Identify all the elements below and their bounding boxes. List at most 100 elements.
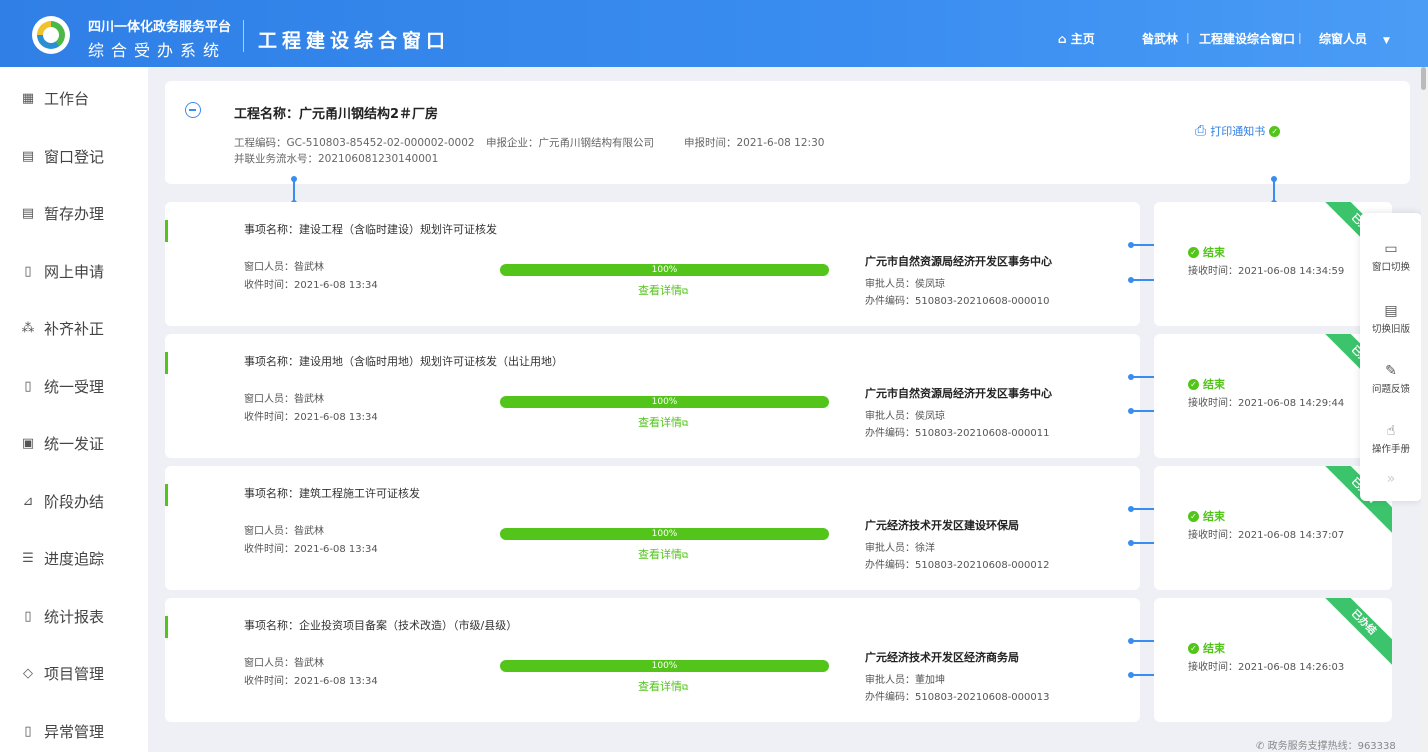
sidebar-item-temp-save[interactable]: ▤ 暂存办理	[0, 193, 148, 233]
department-name: 广元经济技术开发区经济商务局	[865, 651, 1019, 664]
case-code: 办件编码：510803-20210608-000012	[865, 560, 1050, 571]
home-link[interactable]: ⌂ 主页	[1058, 30, 1095, 47]
print-notice-button[interactable]: ⎙ 打印通知书 ✓	[1195, 123, 1281, 139]
view-detail-link[interactable]: 查看详情⧉	[638, 282, 688, 298]
nav-separator: |	[1298, 31, 1302, 44]
window-link[interactable]: 工程建设综合窗口	[1199, 30, 1295, 47]
sidebar-item-statistics[interactable]: ▯ 统计报表	[0, 596, 148, 636]
document-icon: ▤	[21, 205, 35, 221]
document-search-icon: ▯	[24, 608, 32, 624]
user-name[interactable]: 昝武林	[1142, 30, 1178, 47]
sidebar-item-project-manage[interactable]: ◇ 项目管理	[0, 653, 148, 693]
case-code: 办件编码：510803-20210608-000010	[865, 296, 1050, 307]
detail-icon: ⧉	[682, 419, 689, 429]
check-circle-icon: ✓	[1188, 510, 1199, 522]
status-card: ✓ 结束 接收时间：2021-06-08 14:26:03 已办结	[1154, 598, 1392, 722]
caret-down-icon: ▼	[1383, 36, 1390, 46]
list-icon: ☰	[22, 550, 34, 566]
brand-bottom: 综合受办系统	[88, 41, 227, 60]
status-card: ✓结束 接收时间：2021-06-08 14:37:07 已办结	[1154, 466, 1392, 590]
task-card: 事项名称：建设工程（含临时建设）规划许可证核发 窗口人员：昝武林 收件时间：20…	[165, 202, 1140, 326]
collapse-icon[interactable]	[185, 102, 201, 118]
progress-bar: 100%	[500, 528, 829, 540]
receive-time: 收件时间：2021-6-08 13:34	[244, 280, 378, 291]
task-card: 事项名称：建筑工程施工许可证核发 窗口人员：昝武林 收件时间：2021-6-08…	[165, 466, 1140, 590]
task-name: 事项名称：建设用地（含临时用地）规划许可证核发（出让用地）	[244, 355, 563, 368]
detail-icon: ⧉	[682, 683, 689, 693]
case-code: 办件编码：510803-20210608-000011	[865, 428, 1050, 439]
sidebar: ▦ 工作台 ▤ 窗口登记 ▤ 暂存办理 ▯ 网上申请 ⁂ 补齐补正 ▯ 统一受理 ▣ 统一发证…	[0, 67, 148, 752]
hand-pointer-icon: ☝	[1386, 423, 1396, 439]
window-staff: 窗口人员：昝武林	[244, 262, 324, 273]
sidebar-item-window-register[interactable]: ▤ 窗口登记	[0, 136, 148, 176]
connector	[1271, 176, 1277, 206]
view-detail-link[interactable]: 查看详情⧉	[638, 414, 688, 430]
scrollbar-thumb[interactable]	[1421, 67, 1426, 90]
connector	[291, 176, 297, 206]
check-circle-icon: ✓	[1188, 378, 1199, 390]
chart-line-icon: ⊿	[22, 493, 34, 509]
feedback-button[interactable]: ✎ 问题反馈	[1360, 361, 1422, 395]
view-detail-link[interactable]: 查看详情⧉	[638, 546, 688, 562]
nav-separator: |	[1186, 31, 1190, 44]
approver: 审批人员：侯凤琼	[865, 279, 945, 290]
progress-bar: 100%	[500, 264, 829, 276]
department-name: 广元市自然资源局经济开发区事务中心	[865, 387, 1052, 400]
department-name: 广元经济技术开发区建设环保局	[865, 519, 1019, 532]
document-search-icon: ▯	[24, 723, 32, 739]
status-bar	[165, 220, 168, 242]
app-title: 工程建设综合窗口	[258, 30, 451, 52]
sidebar-item-unified-issue[interactable]: ▣ 统一发证	[0, 423, 148, 463]
department-name: 广元市自然资源局经济开发区事务中心	[865, 255, 1052, 268]
project-serial: 并联业务流水号：202106081230140001	[234, 153, 439, 165]
platform-logo	[32, 16, 70, 54]
window-staff: 窗口人员：昝武林	[244, 658, 324, 669]
check-circle-icon: ✓	[1188, 642, 1199, 654]
sidebar-item-exception[interactable]: ▯ 异常管理	[0, 711, 148, 751]
detail-icon: ⧉	[682, 287, 689, 297]
status-label: ✓ 结束	[1188, 376, 1225, 392]
approver: 审批人员：侯凤琼	[865, 411, 945, 422]
header-divider	[243, 20, 244, 52]
task-name: 事项名称：建筑工程施工许可证核发	[244, 487, 420, 500]
document-icon: ▤	[21, 148, 35, 164]
status-bar	[165, 616, 168, 638]
sidebar-item-online-apply[interactable]: ▯ 网上申请	[0, 251, 148, 291]
status-card: ✓结束 接收时间：2021-06-08 14:34:59 已办结	[1154, 202, 1392, 326]
project-code: 工程编码：GC-510803-85452-02-000002-0002	[234, 137, 475, 149]
project-company: 申报企业：广元甬川钢结构有限公司	[486, 137, 654, 149]
network-icon: ⁂	[21, 320, 35, 336]
view-detail-link[interactable]: 查看详情⧉	[638, 678, 688, 694]
phone-icon: ✆	[1256, 741, 1265, 752]
printer-icon: ⎙	[1195, 123, 1207, 139]
collapse-panel-icon[interactable]: »	[1360, 471, 1422, 487]
window-switch-button[interactable]: ▭ 窗口切换	[1360, 239, 1422, 273]
window-staff: 窗口人员：昝武林	[244, 526, 324, 537]
receive-time: 收件时间：2021-6-08 13:34	[244, 676, 378, 687]
sidebar-item-stage-complete[interactable]: ⊿ 阶段办结	[0, 481, 148, 521]
sidebar-item-workbench[interactable]: ▦ 工作台	[0, 78, 148, 118]
role-dropdown[interactable]: 综窗人员 ▼	[1319, 30, 1390, 47]
task-name: 事项名称：建设工程（含临时建设）规划许可证核发	[244, 223, 497, 236]
receive-time: 收件时间：2021-6-08 13:34	[244, 412, 378, 423]
accept-time: 接收时间：2021-06-08 14:29:44	[1188, 398, 1345, 409]
sidebar-item-unified-accept[interactable]: ▯ 统一受理	[0, 366, 148, 406]
status-bar	[165, 484, 168, 506]
grid-icon: ▦	[21, 90, 35, 106]
status-label: ✓ 结束	[1188, 640, 1225, 656]
detail-icon: ⧉	[682, 551, 689, 561]
project-time: 申报时间：2021-6-08 12:30	[684, 137, 825, 149]
window-staff: 窗口人员：昝武林	[244, 394, 324, 405]
brand-top: 四川一体化政务服务平台	[88, 20, 232, 35]
right-tool-panel: ▭ 窗口切换 ▤ 切换旧版 ✎ 问题反馈 ☝ 操作手册 »	[1360, 213, 1422, 501]
status-bar	[165, 352, 168, 374]
receive-time: 收件时间：2021-6-08 13:34	[244, 544, 378, 555]
scrollbar[interactable]	[1421, 67, 1428, 752]
switch-old-version-button[interactable]: ▤ 切换旧版	[1360, 301, 1422, 335]
old-version-icon: ▤	[1384, 303, 1398, 319]
manual-button[interactable]: ☝ 操作手册	[1360, 421, 1422, 455]
sidebar-item-progress-track[interactable]: ☰ 进度追踪	[0, 538, 148, 578]
feedback-icon: ✎	[1385, 363, 1397, 379]
sidebar-item-supplement[interactable]: ⁂ 补齐补正	[0, 308, 148, 348]
window-icon: ▭	[1384, 241, 1398, 257]
